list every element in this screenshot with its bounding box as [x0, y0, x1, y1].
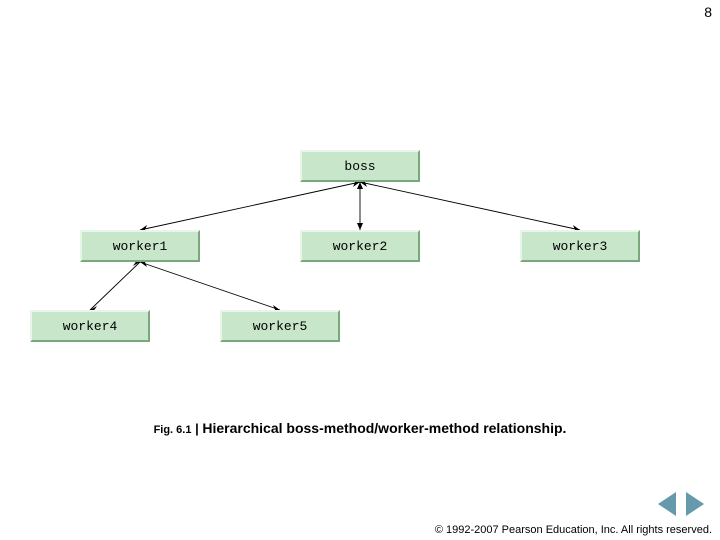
caption-label: Fig. 6.1	[154, 424, 192, 436]
node-worker1: worker1	[80, 230, 200, 262]
copyright-text: © 1992-2007 Pearson Education, Inc. All …	[435, 524, 712, 536]
caption-title: Hierarchical boss-method/worker-method r…	[202, 420, 566, 436]
page-number: 8	[704, 4, 712, 20]
node-worker3: worker3	[520, 230, 640, 262]
figure-caption: Fig. 6.1 | Hierarchical boss-method/work…	[0, 420, 720, 436]
prev-slide-icon[interactable]	[658, 492, 676, 516]
node-worker2: worker2	[300, 230, 420, 262]
node-worker4: worker4	[30, 310, 150, 342]
caption-separator: |	[195, 421, 199, 436]
next-slide-icon[interactable]	[686, 492, 704, 516]
node-worker5: worker5	[220, 310, 340, 342]
node-boss: boss	[300, 150, 420, 182]
slide-nav	[658, 492, 704, 516]
hierarchy-diagram: boss worker1 worker2 worker3 worker4 wor…	[30, 130, 690, 360]
